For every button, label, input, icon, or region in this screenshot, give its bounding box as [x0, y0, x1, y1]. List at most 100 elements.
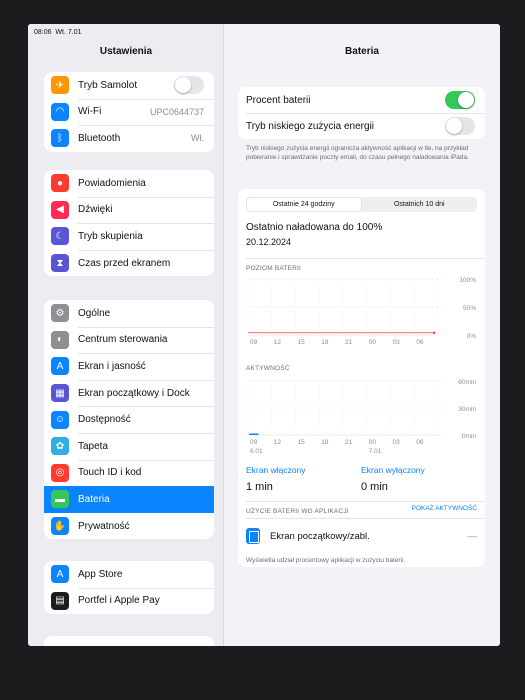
x-tick-label: 03 [393, 439, 401, 446]
x-tick-label: 06 [416, 439, 424, 446]
bluetooth-icon: ᛒ [51, 129, 69, 148]
sidebar-item-label: Centrum sterowania [78, 334, 168, 346]
status-date: Wt. 7.01 [55, 29, 82, 36]
y-tick-label: 30min [458, 406, 476, 413]
device-frame: Ustawienia ✈ Tryb Samolot ◠ Wi-Fi UPC0644737… [0, 0, 525, 700]
x-tick-label: 15 [298, 339, 306, 346]
sidebar-item-label: Wi-Fi [78, 106, 102, 118]
sidebar-group-store: A App Store ▤ Portfel i Apple Pay [44, 561, 214, 615]
time-range-segmented-control: Ostatnie 24 godziny Ostatnich 10 dni [246, 197, 477, 212]
usage-note: Wyświetla udział procentowy aplikacji w … [246, 557, 406, 564]
sidebar-item-label: Bluetooth [78, 132, 121, 144]
screen-on-label: Ekran włączony [246, 465, 306, 475]
screen: Ustawienia ✈ Tryb Samolot ◠ Wi-Fi UPC0644737… [28, 24, 500, 646]
home-screen-icon: ▦ [51, 384, 69, 403]
page-title: Bateria [345, 46, 379, 57]
sidebar-item-dost-pno-[interactable]: ☺ Dostępność [44, 406, 214, 433]
y-tick-label: 0min [462, 433, 476, 440]
sidebar-item-og-lne[interactable]: ⚙ Ogólne [44, 300, 214, 327]
screen-off-label: Ekran wyłączony [361, 465, 425, 475]
sidebar-item-tryb-skupienia[interactable]: ☾ Tryb skupienia [44, 223, 214, 250]
sidebar-item-label: Dostępność [78, 414, 131, 426]
y-tick-label: 100% [459, 277, 476, 284]
activity-bar [249, 433, 259, 435]
sidebar-item-czas-przed-ekranem[interactable]: ⧗ Czas przed ekranem [44, 249, 214, 277]
sidebar-item-value: Wł. [191, 133, 204, 144]
battery-percentage-toggle[interactable] [445, 91, 475, 109]
sidebar-item-d-wi-ki[interactable]: ◀ Dźwięki [44, 196, 214, 224]
sidebar-item-centrum-sterowania[interactable]: ◐ Centrum sterowania [44, 326, 214, 354]
sidebar-item-label: Touch ID i kod [78, 467, 142, 479]
show-activity-link[interactable]: POKAŻ AKTYWNOŚĆ [412, 505, 477, 512]
low-power-toggle[interactable] [445, 117, 475, 135]
sidebar-item-label: Powiadomienia [78, 177, 146, 189]
sidebar-item-label: App Store [78, 568, 123, 580]
app-name: Ekran początkowy/zabl. [270, 530, 370, 542]
app-usage-value: — [467, 530, 478, 542]
battery-usage-card: Ostatnie 24 godziny Ostatnich 10 dni Ost… [238, 189, 485, 567]
home-screen-app-icon [246, 528, 260, 544]
x-tick-label: 00 [369, 339, 377, 346]
sidebar-item-powiadomienia[interactable]: ● Powiadomienia [44, 170, 214, 197]
app-usage-row[interactable]: Ekran początkowy/zabl. — [246, 525, 477, 547]
status-time: 08:06 [34, 29, 52, 36]
x-tick-label: 09 [250, 439, 258, 446]
x-tick-label: 18 [321, 339, 329, 346]
sidebar-item-prywatno-[interactable]: ✋ Prywatność [44, 513, 214, 540]
date-label: 7.01 [369, 448, 382, 455]
sidebar-item-bateria[interactable]: ▬ Bateria [44, 486, 214, 513]
hourglass-icon: ⧗ [51, 254, 69, 273]
sidebar-item-label: Tapeta [78, 440, 109, 452]
fingerprint-icon: ◎ [51, 463, 69, 482]
last-charged-date: 20.12.2024 [246, 237, 292, 247]
x-tick-label: 15 [298, 439, 306, 446]
airplane-mode-toggle[interactable] [174, 76, 204, 95]
sidebar-item-bluetooth[interactable]: ᛒ Bluetooth Wł. [44, 125, 214, 152]
sidebar-item-touch-id-i-kod[interactable]: ◎ Touch ID i kod [44, 459, 214, 487]
sidebar-item-portfel-i-apple-pay[interactable]: ▤ Portfel i Apple Pay [44, 587, 214, 615]
wallpaper-icon: ✿ [51, 437, 69, 456]
screen-on-value: 1 min [246, 481, 273, 493]
divider [246, 518, 485, 519]
x-tick-label: 00 [369, 439, 377, 446]
sound-icon: ◀ [51, 200, 69, 219]
settings-sidebar: Ustawienia ✈ Tryb Samolot ◠ Wi-Fi UPC0644737… [28, 24, 224, 646]
sidebar-title: Ustawienia [99, 46, 153, 57]
sidebar-item-ekran-pocz-tkowy-i-dock[interactable]: ▦ Ekran początkowy i Dock [44, 379, 214, 407]
sidebar-item-wi-fi[interactable]: ◠ Wi-Fi UPC0644737 [44, 98, 214, 126]
sidebar-item-label: Prywatność [78, 520, 130, 532]
sidebar-item-ekran-i-jasno-[interactable]: A Ekran i jasność [44, 353, 214, 380]
tab-last-10-days[interactable]: Ostatnich 10 dni [363, 198, 477, 211]
sidebar-item-label: Czas przed ekranem [78, 257, 171, 269]
battery-level-chart: 100% 50% 0% 09 12 15 18 21 00 03 06 [247, 277, 477, 346]
y-tick-label: 0% [467, 333, 477, 340]
battery-icon: ▬ [51, 490, 69, 509]
x-tick-label: 06 [416, 339, 424, 346]
battery-percentage-label: Procent baterii [246, 94, 311, 106]
x-tick-label: 18 [321, 439, 329, 446]
x-tick-label: 09 [250, 339, 258, 346]
sidebar-item-label: Bateria [78, 493, 110, 505]
battery-percentage-row[interactable]: Procent baterii [238, 87, 485, 113]
battery-level-point [433, 331, 436, 334]
tab-last-24-hours[interactable]: Ostatnie 24 godziny [247, 198, 361, 211]
sidebar-item-tapeta[interactable]: ✿ Tapeta [44, 432, 214, 460]
sidebar-group-connectivity: ✈ Tryb Samolot ◠ Wi-Fi UPC0644737 ᛒ Bluetooth W… [44, 72, 214, 152]
last-charged-text: Ostatnio naładowana do 100% [246, 222, 383, 233]
gear-icon: ⚙ [51, 304, 69, 323]
divider [246, 258, 485, 259]
sidebar-group-notifications: ● Powiadomienia ◀ Dźwięki ☾ Tryb skupienia ⧗ Cz… [44, 170, 214, 277]
sidebar-item-label: Ogólne [78, 307, 111, 319]
activity-chart: 60min 30min 0min 09 12 15 18 21 00 03 06 6.01 7.01 [247, 379, 476, 455]
x-tick-label: 21 [345, 439, 353, 446]
x-tick-label: 21 [345, 339, 353, 346]
control-center-icon: ◐ [51, 330, 69, 349]
sidebar-item-app-store[interactable]: A App Store [44, 561, 214, 588]
wifi-icon: ◠ [51, 102, 69, 121]
date-label: 6.01 [250, 448, 263, 455]
x-tick-label: 12 [274, 339, 282, 346]
low-power-row[interactable]: Tryb niskiego zużycia energii [238, 113, 485, 139]
sidebar-item-label: Dźwięki [78, 204, 113, 216]
sidebar-item-tryb-samolot[interactable]: ✈ Tryb Samolot [44, 72, 214, 99]
sidebar-item-label: Tryb skupienia [78, 230, 143, 242]
